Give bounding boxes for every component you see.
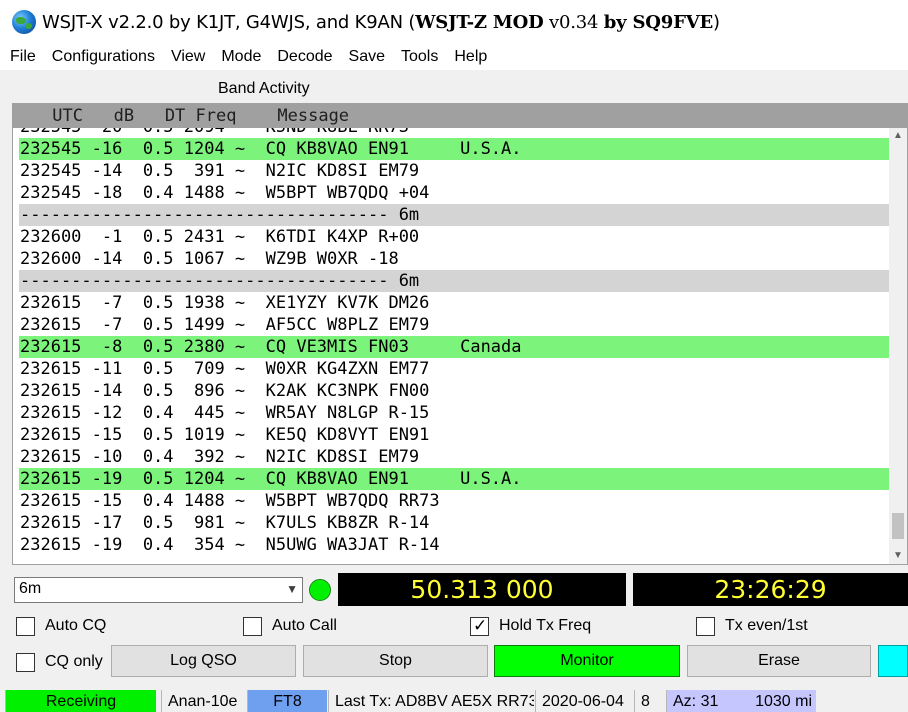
status-receiving: Receiving: [5, 690, 156, 712]
decode-row[interactable]: 232615 -14 0.5 896 ~ K2AK KC3NPK FN00: [19, 380, 891, 402]
menu-configurations[interactable]: Configurations: [46, 44, 161, 70]
menu-help[interactable]: Help: [448, 44, 493, 70]
decode-row[interactable]: 232545 -18 0.4 1488 ~ W5BPT WB7QDQ +04: [19, 182, 891, 204]
hold-tx-freq-checkbox-box[interactable]: [470, 616, 489, 636]
auto-cq-label: Auto CQ: [45, 617, 107, 634]
band-activity-scrollbar[interactable]: ▲ ▼: [889, 128, 907, 564]
decode-row[interactable]: 232600 -1 0.5 2431 ~ K6TDI K4XP R+00: [19, 226, 891, 248]
status-bar: Receiving Anan-10e FT8 Last Tx: AD8BV AE…: [0, 690, 908, 712]
decode-row[interactable]: 232545 -16 0.5 1204 ~ CQ KB8VAO EN91 U.S…: [19, 138, 891, 160]
decode-row[interactable]: 232545 -20 0.5 2094 ~ K5ND K8BL RR73: [19, 128, 891, 138]
status-mode: FT8: [247, 690, 327, 712]
scroll-down-arrow-icon[interactable]: ▼: [889, 548, 907, 564]
chevron-down-icon[interactable]: ▼: [286, 582, 298, 596]
decode-row[interactable]: 232600 -14 0.5 1067 ~ WZ9B W0XR -18: [19, 248, 891, 270]
title-mod-version: v0.34: [543, 11, 604, 33]
distance-value: 1030 mi: [755, 693, 812, 710]
dial-frequency-display: 50.313 000: [338, 573, 626, 606]
menu-decode[interactable]: Decode: [271, 44, 338, 70]
decode-row[interactable]: 232615 -19 0.4 354 ~ N5UWG WA3JAT R-14: [19, 534, 891, 556]
scroll-up-arrow-icon[interactable]: ▲: [889, 128, 907, 144]
decode-row[interactable]: 232615 -8 0.5 2380 ~ CQ VE3MIS FN03 Cana…: [19, 336, 891, 358]
decode-row[interactable]: 232615 -12 0.4 445 ~ WR5AY N8LGP R-15: [19, 402, 891, 424]
status-led-icon: [309, 579, 331, 601]
cq-only-label: CQ only: [45, 653, 103, 670]
decode-row[interactable]: 232615 -10 0.4 392 ~ N2IC KD8SI EM79: [19, 446, 891, 468]
hold-tx-freq-label: Hold Tx Freq: [499, 617, 592, 634]
auto-call-label: Auto Call: [272, 617, 337, 634]
decode-row[interactable]: 232615 -19 0.5 1204 ~ CQ KB8VAO EN91 U.S…: [19, 468, 891, 490]
title-bar: WSJT-X v2.2.0 by K1JT, G4WJS, and K9AN (…: [0, 0, 908, 44]
title-mod-name: WSJT-Z MOD: [415, 11, 544, 33]
auto-cq-checkbox-box[interactable]: [16, 616, 35, 636]
status-last-tx: Last Tx: AD8BV AE5X RR73: [328, 690, 534, 712]
auto-call-checkbox-box[interactable]: [243, 616, 262, 636]
window-title: WSJT-X v2.2.0 by K1JT, G4WJS, and K9AN (…: [42, 12, 720, 33]
status-count: 8: [634, 690, 662, 712]
hold-tx-freq-checkbox[interactable]: Hold Tx Freq: [470, 615, 591, 637]
status-config: Anan-10e: [161, 690, 241, 712]
band-separator-row[interactable]: ------------------------------------ 6m: [19, 204, 891, 226]
azimuth-value: Az: 31: [673, 693, 719, 710]
utc-clock-display: 23:26:29: [633, 573, 908, 606]
title-main: WSJT-X v2.2.0 by K1JT, G4WJS, and K9AN (: [42, 11, 416, 33]
decode-row[interactable]: 232545 -14 0.5 391 ~ N2IC KD8SI EM79: [19, 160, 891, 182]
decode-row[interactable]: 232615 -17 0.5 981 ~ K7ULS KB8ZR R-14: [19, 512, 891, 534]
title-close-paren: ): [712, 11, 720, 33]
band-activity-label: Band Activity: [218, 80, 310, 97]
tx-even-checkbox-box[interactable]: [696, 616, 715, 636]
decode-row[interactable]: 232615 -7 0.5 1938 ~ XE1YZY KV7K DM26: [19, 292, 891, 314]
globe-logo-icon: [12, 10, 36, 34]
band-separator-row[interactable]: ------------------------------------ 6m: [19, 270, 891, 292]
tx-even-checkbox[interactable]: Tx even/1st: [696, 615, 808, 637]
menu-save[interactable]: Save: [343, 44, 391, 70]
stop-button[interactable]: Stop: [303, 645, 488, 677]
scrollbar-thumb[interactable]: [892, 513, 904, 539]
auto-cq-checkbox[interactable]: Auto CQ: [16, 615, 106, 637]
tx-even-label: Tx even/1st: [725, 617, 808, 634]
status-azimuth: Az: 31 1030 mi: [666, 690, 816, 712]
decode-button[interactable]: [878, 645, 908, 677]
monitor-button[interactable]: Monitor: [494, 645, 680, 677]
title-mod-author: by SQ9FVE: [603, 11, 713, 33]
log-qso-button[interactable]: Log QSO: [111, 645, 296, 677]
decode-row[interactable]: 232615 -15 0.5 1019 ~ KE5Q KD8VYT EN91: [19, 424, 891, 446]
cq-only-checkbox-box[interactable]: [16, 652, 35, 672]
decode-row[interactable]: 232615 -11 0.5 709 ~ W0XR KG4ZXN EM77: [19, 358, 891, 380]
menu-file[interactable]: File: [4, 44, 42, 70]
decode-row[interactable]: 232615 -15 0.4 1488 ~ W5BPT WB7QDQ RR73: [19, 490, 891, 512]
wsjt-x-main-window: WSJT-X v2.2.0 by K1JT, G4WJS, and K9AN (…: [0, 0, 908, 712]
auto-call-checkbox[interactable]: Auto Call: [243, 615, 337, 637]
band-activity-list[interactable]: 232545 -20 0.5 2094 ~ K5ND K8BL RR732325…: [19, 128, 891, 564]
cq-only-checkbox[interactable]: CQ only: [16, 651, 103, 673]
menu-view[interactable]: View: [165, 44, 211, 70]
band-select[interactable]: 6m ▼: [14, 577, 303, 603]
menu-mode[interactable]: Mode: [215, 44, 267, 70]
decode-row[interactable]: 232615 -7 0.5 1499 ~ AF5CC W8PLZ EM79: [19, 314, 891, 336]
band-select-value: 6m: [19, 580, 42, 597]
menu-tools[interactable]: Tools: [395, 44, 444, 70]
erase-button[interactable]: Erase: [687, 645, 871, 677]
band-activity-header: UTC dB DT Freq Message: [13, 104, 907, 128]
status-date: 2020-06-04: [535, 690, 631, 712]
band-activity-panel[interactable]: UTC dB DT Freq Message 232545 -20 0.5 20…: [12, 103, 908, 565]
menu-bar: File Configurations View Mode Decode Sav…: [0, 44, 908, 70]
